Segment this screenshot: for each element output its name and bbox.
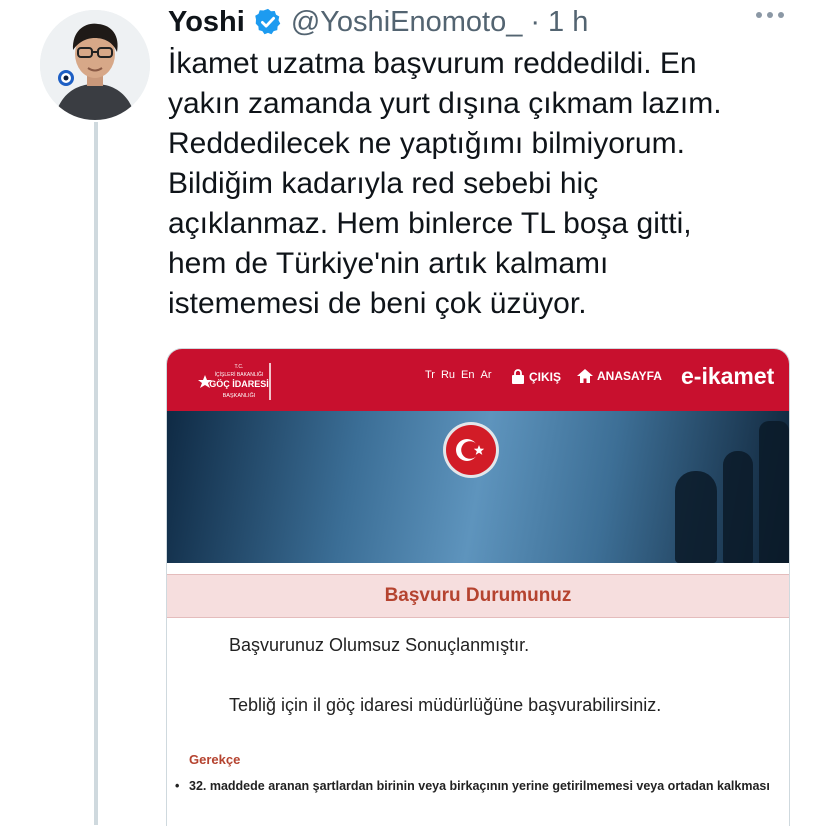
verified-badge-icon [253, 7, 283, 37]
logo-line: T.C. [235, 364, 244, 370]
turkish-flag-icon [443, 422, 499, 478]
logo-line: GÖÇ İDARESİ [209, 379, 269, 389]
person-silhouette [759, 421, 789, 563]
site-header: T.C. İÇİŞLERİ BAKANLIĞI GÖÇ İDARESİ BAŞK… [167, 349, 789, 411]
tweet-text-line: açıklanmaz. Hem binlerce TL boşa gitti, [168, 207, 692, 240]
reason-text: 32. maddede aranan şartlardan birinin ve… [189, 779, 770, 793]
thread-line [94, 122, 98, 825]
author-handle[interactable]: @YoshiEnomoto_ [291, 6, 523, 39]
home-icon [577, 369, 593, 383]
logout-link[interactable]: ÇIKIŞ [511, 369, 561, 384]
reason-heading: Gerekçe [189, 752, 241, 767]
logout-label: ÇIKIŞ [529, 369, 562, 384]
e-ikamet-brand: e-ikamet [681, 363, 775, 389]
status-instruction: Tebliğ için il göç idaresi müdürlüğüne b… [229, 695, 662, 715]
separator-dot: · [530, 5, 541, 38]
home-label: ANASAYFA [597, 369, 662, 383]
goc-idaresi-logo: T.C. İÇİŞLERİ BAKANLIĞI GÖÇ İDARESİ BAŞK… [181, 363, 271, 400]
tweet-time[interactable]: 1 h [548, 6, 588, 39]
logo-line: İÇİŞLERİ BAKANLIĞI [215, 371, 264, 378]
author-name[interactable]: Yoshi [168, 6, 245, 39]
avatar[interactable] [40, 10, 150, 120]
tweet-text-line: yakın zamanda yurt dışına çıkmam lazım. [168, 87, 722, 120]
status-result: Başvurunuz Olumsuz Sonuçlanmıştır. [229, 635, 530, 655]
bullet-icon: • [175, 779, 180, 793]
logo-line: BAŞKANLIĞI [223, 392, 256, 399]
tweet-text-line: Reddedilecek ne yaptığımı bilmiyorum. [168, 127, 685, 160]
hero-banner [167, 411, 789, 563]
attached-image[interactable]: T.C. İÇİŞLERİ BAKANLIĞI GÖÇ İDARESİ BAŞK… [166, 348, 790, 826]
lang-en[interactable]: En [461, 369, 474, 381]
tweet-text-line: istememesi de beni çok üzüyor. [168, 287, 587, 320]
more-options-icon[interactable] [756, 12, 784, 18]
tweet-text-line: İkamet uzatma başvurum reddedildi. En [168, 47, 697, 80]
person-silhouette [723, 451, 753, 563]
home-link[interactable]: ANASAYFA [577, 369, 662, 383]
status-heading: Başvuru Durumunuz [167, 574, 789, 618]
tweet-text-line: hem de Türkiye'nin artık kalmamı [168, 247, 609, 280]
tweet-header: Yoshi @YoshiEnomoto_ · 1 h [168, 4, 588, 40]
lang-ar[interactable]: Ar [481, 369, 492, 381]
lock-icon [512, 369, 524, 384]
lang-tr[interactable]: Tr [425, 369, 435, 381]
reason-item: • 32. maddede aranan şartlardan birinin … [175, 777, 775, 795]
tweet-text-line: Bildiğim kadarıyla red sebebi hiç [168, 167, 599, 200]
lang-ru[interactable]: Ru [441, 369, 455, 381]
tweet-text: İkamet uzatma başvurum reddedildi. En ya… [168, 44, 788, 324]
person-silhouette [675, 471, 717, 563]
language-switcher: Tr Ru En Ar [425, 369, 492, 381]
